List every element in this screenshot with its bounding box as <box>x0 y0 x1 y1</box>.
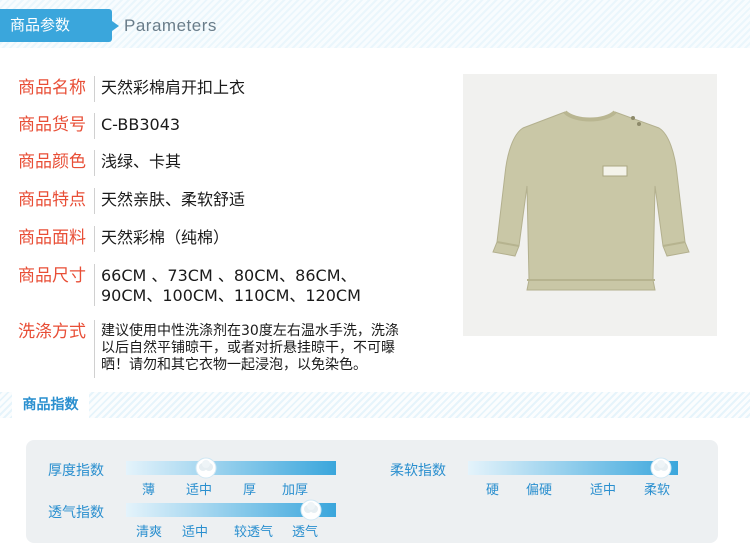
param-label: 商品颜色 <box>18 152 86 172</box>
tick-label: 适中 <box>186 483 213 498</box>
param-row-sku: 商品货号 C-BB3043 <box>0 113 180 139</box>
tick-label: 清爽 <box>136 525 163 540</box>
tick-label: 偏硬 <box>526 483 553 498</box>
thickness-label: 厚度指数 <box>48 463 104 479</box>
param-value: 天然彩棉（纯棉） <box>101 228 230 247</box>
tick-label: 加厚 <box>282 483 309 498</box>
param-value: C-BB3043 <box>101 115 181 134</box>
tick-label: 厚 <box>243 483 257 498</box>
section-title: 商品指数 <box>12 392 89 418</box>
param-value: 浅绿、卡其 <box>101 152 182 171</box>
index-panel: 厚度指数 薄 适中 厚 加厚 柔软指数 硬 偏硬 适中 柔软 透气指数 清爽 适… <box>26 440 718 543</box>
param-row-name: 商品名称 天然彩棉肩开扣上衣 <box>0 76 245 102</box>
tick-label: 硬 <box>486 483 500 498</box>
param-row-washing: 洗涤方式 建议使用中性洗涤剂在30度左右温水手洗，洗涤 以后自然平铺晾干，或者对… <box>0 320 399 378</box>
tick-label: 薄 <box>142 483 156 498</box>
thickness-bar <box>126 461 336 475</box>
cotton-knob-icon <box>300 499 322 521</box>
param-row-features: 商品特点 天然亲肤、柔软舒适 <box>0 188 245 214</box>
param-value: 天然彩棉肩开扣上衣 <box>101 78 246 97</box>
product-image <box>463 74 717 336</box>
param-value-line: 建议使用中性洗涤剂在30度左右温水手洗，洗涤 <box>101 323 399 339</box>
param-row-fabric: 商品面料 天然彩棉（纯棉） <box>0 226 229 252</box>
param-label: 商品货号 <box>18 115 86 135</box>
param-label: 商品名称 <box>18 78 86 98</box>
param-label: 洗涤方式 <box>18 322 86 342</box>
tick-label: 柔软 <box>644 483 671 498</box>
tick-label: 较透气 <box>234 525 274 540</box>
param-value-line: 以后自然平铺晾干，或者对折悬挂晾干，不可曝 <box>101 340 395 356</box>
param-label: 商品面料 <box>18 228 86 248</box>
param-value-line: 晒！请勿和其它衣物一起浸泡，以免染色。 <box>101 357 367 373</box>
long-sleeve-shirt-icon <box>492 110 690 291</box>
cloud-decoration-icon <box>0 49 750 76</box>
cotton-knob-icon <box>195 457 217 479</box>
tick-label: 适中 <box>182 525 209 540</box>
param-label: 商品尺寸 <box>18 266 86 286</box>
section-header-indices: 商品指数 <box>0 392 750 418</box>
param-row-color: 商品颜色 浅绿、卡其 <box>0 150 181 176</box>
param-row-size: 商品尺寸 66CM 、73CM 、80CM、86CM、 90CM、100CM、1… <box>0 264 361 306</box>
param-value: 天然亲肤、柔软舒适 <box>101 190 246 209</box>
softness-bar <box>468 461 678 475</box>
param-label: 商品特点 <box>18 190 86 210</box>
tick-label: 透气 <box>292 525 319 540</box>
cotton-knob-icon <box>650 457 672 479</box>
tick-label: 适中 <box>590 483 617 498</box>
softness-label: 柔软指数 <box>390 463 446 479</box>
param-value-line: 66CM 、73CM 、80CM、86CM、 <box>101 266 357 285</box>
breathability-label: 透气指数 <box>48 505 104 521</box>
param-value-line: 90CM、100CM、110CM、120CM <box>101 286 361 305</box>
